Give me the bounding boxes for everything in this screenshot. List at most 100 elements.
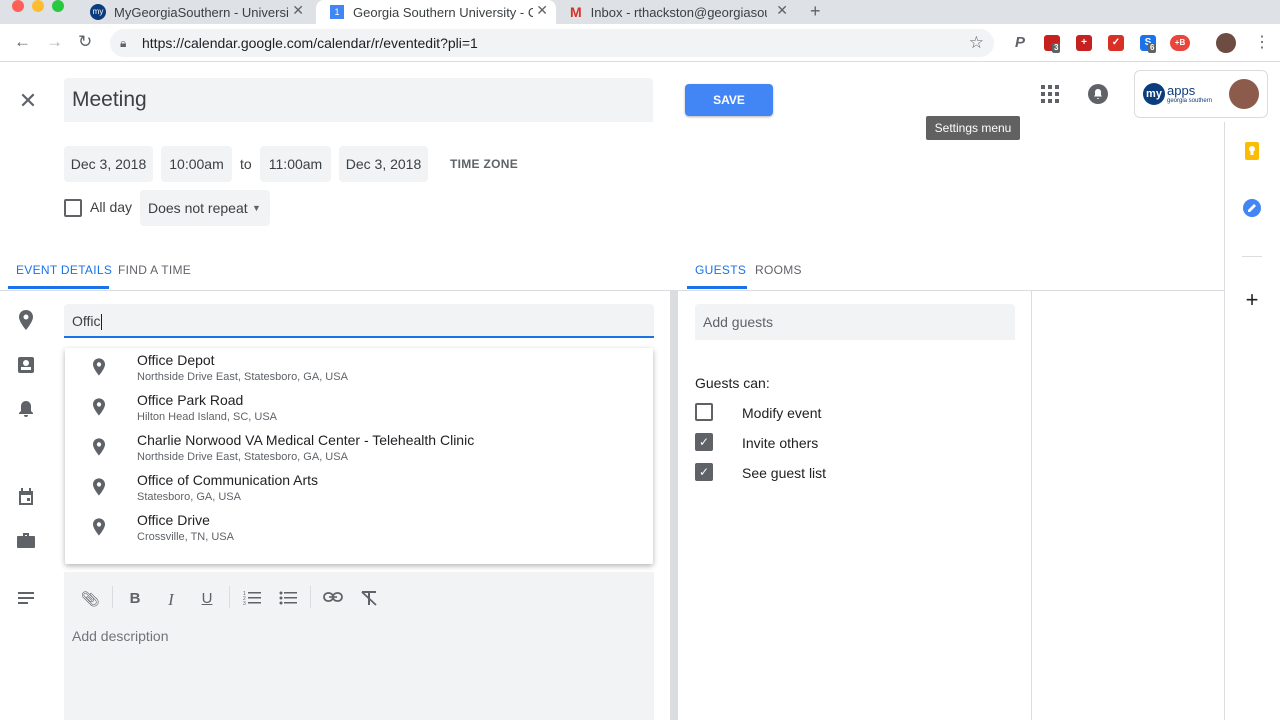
dropdown-arrow-icon: ▼ bbox=[252, 203, 261, 213]
divider bbox=[0, 290, 670, 291]
close-icon[interactable]: ✕ bbox=[16, 88, 40, 114]
end-date-field[interactable]: Dec 3, 2018 bbox=[339, 146, 428, 182]
tab-label: Inbox - rthackston@georgiasou bbox=[590, 4, 767, 20]
browser-menu-icon[interactable]: ⋮ bbox=[1254, 32, 1270, 52]
numbered-list-icon[interactable]: 123 bbox=[242, 590, 262, 610]
tab-guests[interactable]: GUESTS bbox=[695, 263, 746, 277]
location-pin-icon bbox=[93, 518, 105, 541]
suggestion-item[interactable]: Office Drive Crossville, TN, USA bbox=[65, 508, 653, 548]
conferencing-icon bbox=[16, 356, 36, 379]
add-addon-plus-icon[interactable]: + bbox=[1240, 288, 1264, 312]
shield-extension-icon[interactable]: + bbox=[1076, 35, 1092, 51]
close-tab-icon[interactable]: ✕ bbox=[776, 2, 788, 19]
suggestion-item[interactable]: Office Depot Northside Drive East, State… bbox=[65, 348, 653, 388]
suggestion-item[interactable]: Office of Communication Arts Statesboro,… bbox=[65, 468, 653, 508]
settings-menu-tooltip: Settings menu bbox=[926, 116, 1020, 140]
keep-lightbulb-icon[interactable] bbox=[1240, 142, 1264, 166]
remove-formatting-icon[interactable] bbox=[359, 590, 379, 610]
fb-extension-icon[interactable]: +B bbox=[1170, 35, 1190, 51]
apps-grid-icon[interactable] bbox=[1040, 84, 1060, 104]
text-cursor bbox=[100, 314, 102, 331]
briefcase-icon bbox=[16, 532, 36, 553]
time-zone-button[interactable]: TIME ZONE bbox=[450, 146, 518, 182]
suggestion-item[interactable]: Charlie Norwood VA Medical Center - Tele… bbox=[65, 428, 653, 468]
new-tab-icon[interactable]: + bbox=[810, 0, 821, 22]
invite-others-checkbox[interactable]: ✓ bbox=[695, 433, 713, 451]
divider bbox=[678, 290, 1224, 291]
profile-avatar[interactable] bbox=[1216, 33, 1236, 53]
save-button[interactable]: SAVE bbox=[685, 84, 773, 116]
add-guests-input[interactable]: Add guests bbox=[695, 304, 1015, 340]
toolbar-separator bbox=[112, 586, 113, 608]
s-extension-icon[interactable]: S6 bbox=[1140, 35, 1157, 53]
location-pin-icon bbox=[93, 358, 105, 381]
gmail-favicon-icon: M bbox=[570, 4, 582, 20]
toolbar-separator bbox=[229, 586, 230, 608]
window-zoom-dot[interactable] bbox=[52, 0, 64, 12]
user-avatar bbox=[1229, 79, 1259, 109]
guests-tab-indicator bbox=[687, 286, 747, 289]
modify-event-checkbox[interactable] bbox=[695, 403, 713, 421]
all-day-checkbox[interactable] bbox=[64, 199, 82, 217]
tab-find-a-time[interactable]: FIND A TIME bbox=[118, 263, 191, 277]
italic-icon[interactable]: I bbox=[161, 590, 181, 610]
see-guest-list-checkbox[interactable]: ✓ bbox=[695, 463, 713, 481]
extension-icon[interactable]: 3 bbox=[1044, 35, 1061, 53]
window-close-dot[interactable] bbox=[12, 0, 24, 12]
browser-tab-calendar[interactable]: 1 Georgia Southern University - C ✕ bbox=[316, 0, 556, 24]
event-title-input[interactable]: Meeting bbox=[64, 78, 653, 122]
description-lines-icon bbox=[16, 588, 36, 609]
browser-tab-gmail[interactable]: M Inbox - rthackston@georgiasou ✕ bbox=[560, 0, 796, 24]
browser-toolbar: ← → ↻ 🔒︎ https://calendar.google.com/cal… bbox=[0, 24, 1280, 62]
mygs-favicon-icon: my bbox=[90, 4, 106, 20]
suggestion-name: Office Drive bbox=[137, 512, 210, 528]
pocket-icon[interactable]: ✓ bbox=[1108, 35, 1124, 51]
end-time-field[interactable]: 11:00am bbox=[260, 146, 331, 182]
notification-bell-icon bbox=[16, 400, 36, 423]
see-guest-list-label: See guest list bbox=[742, 465, 827, 481]
divider bbox=[1031, 291, 1032, 720]
location-input[interactable]: Offic bbox=[64, 304, 654, 338]
modify-event-label: Modify event bbox=[742, 405, 822, 421]
panel-splitter[interactable] bbox=[670, 290, 678, 720]
toolbar-separator bbox=[310, 586, 311, 608]
suggestion-name: Office Depot bbox=[137, 352, 215, 368]
tab-event-details[interactable]: EVENT DETAILS bbox=[16, 263, 112, 277]
start-date-field[interactable]: Dec 3, 2018 bbox=[64, 146, 153, 182]
svg-text:3: 3 bbox=[243, 601, 246, 606]
back-arrow-icon[interactable]: ← bbox=[14, 32, 31, 52]
suggestion-name: Office Park Road bbox=[137, 392, 244, 408]
tab-label: Georgia Southern University - C bbox=[353, 4, 533, 20]
location-value: Offic bbox=[72, 313, 101, 329]
browser-tab-mygeorgiasouthern[interactable]: my MyGeorgiaSouthern - Universit ✕ bbox=[80, 0, 312, 24]
myapps-account-button[interactable]: my apps georgia southern bbox=[1134, 70, 1268, 118]
notifications-bell-icon[interactable] bbox=[1088, 84, 1108, 104]
suggestion-address: Hilton Head Island, SC, USA bbox=[137, 411, 278, 423]
close-tab-icon[interactable]: ✕ bbox=[292, 2, 304, 19]
underline-icon[interactable]: U bbox=[197, 590, 217, 607]
attachment-paperclip-icon[interactable]: 📎︎ bbox=[80, 590, 100, 608]
start-time-field[interactable]: 10:00am bbox=[161, 146, 232, 182]
myapps-logo-icon: my bbox=[1143, 83, 1165, 105]
forward-arrow-icon[interactable]: → bbox=[46, 32, 63, 52]
divider bbox=[1242, 256, 1262, 257]
suggestion-item[interactable]: Office Park Road Hilton Head Island, SC,… bbox=[65, 388, 653, 428]
location-pin-icon bbox=[93, 438, 105, 461]
reload-icon[interactable]: ↻ bbox=[78, 32, 92, 52]
bulleted-list-icon[interactable] bbox=[278, 590, 298, 610]
p-extension-icon[interactable]: P bbox=[1012, 35, 1028, 51]
close-tab-icon[interactable]: ✕ bbox=[536, 2, 548, 19]
location-pin-icon bbox=[93, 478, 105, 501]
link-icon[interactable] bbox=[323, 590, 343, 607]
myapps-subtitle: georgia southern bbox=[1167, 98, 1213, 104]
address-bar[interactable]: 🔒︎ https://calendar.google.com/calendar/… bbox=[110, 29, 994, 57]
tasks-check-icon[interactable] bbox=[1240, 198, 1264, 222]
bold-icon[interactable]: B bbox=[125, 590, 145, 607]
window-minimize-dot[interactable] bbox=[32, 0, 44, 12]
tab-rooms[interactable]: ROOMS bbox=[755, 263, 802, 277]
to-label: to bbox=[240, 156, 252, 172]
guests-can-label: Guests can: bbox=[695, 375, 770, 391]
bookmark-star-icon[interactable]: ☆ bbox=[969, 29, 984, 57]
repeat-select[interactable]: Does not repeat ▼ bbox=[140, 190, 270, 226]
suggestion-name: Office of Communication Arts bbox=[137, 472, 319, 488]
